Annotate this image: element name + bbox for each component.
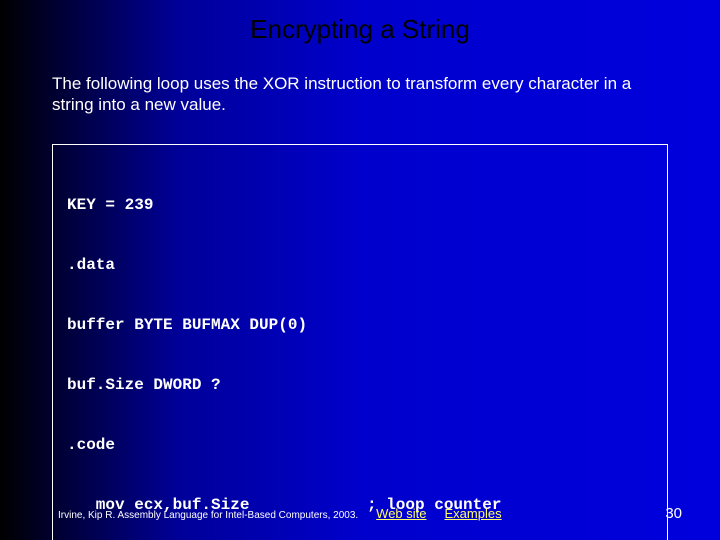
footer: Irvine, Kip R. Assembly Language for Int… xyxy=(0,505,720,522)
code-text: KEY = 239 xyxy=(67,195,367,215)
code-text: .data xyxy=(67,255,367,275)
slide-title: Encrypting a String xyxy=(0,0,720,55)
citation-text: Irvine, Kip R. Assembly Language for Int… xyxy=(58,510,358,521)
code-block: KEY = 239 .data buffer BYTE BUFMAX DUP(0… xyxy=(52,144,668,540)
examples-link[interactable]: Examples xyxy=(445,506,502,521)
web-site-link[interactable]: Web site xyxy=(376,506,426,521)
intro-text: The following loop uses the XOR instruct… xyxy=(52,73,668,116)
page-number: 30 xyxy=(665,505,682,522)
content-area: The following loop uses the XOR instruct… xyxy=(0,55,720,540)
code-text: .code xyxy=(67,435,367,455)
code-text: buffer BYTE BUFMAX DUP(0) xyxy=(67,315,367,335)
code-text: buf.Size DWORD ? xyxy=(67,375,367,395)
